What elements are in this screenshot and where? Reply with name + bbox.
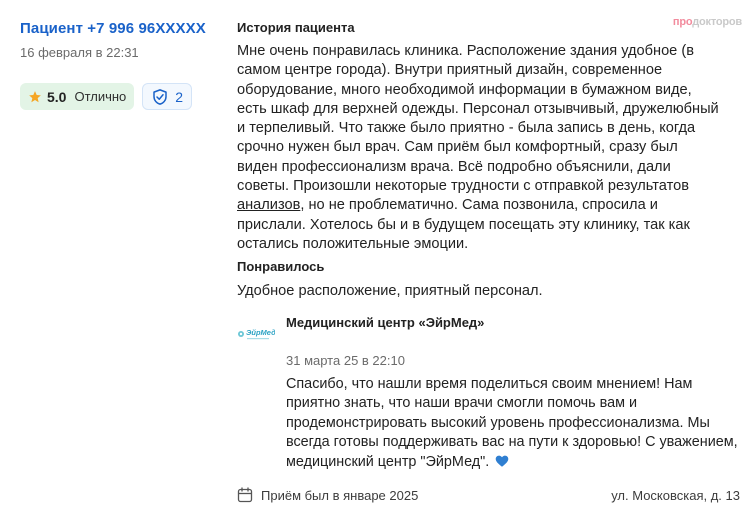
rating-value: 5.0	[47, 88, 67, 105]
svg-text:ЭйрМед: ЭйрМед	[246, 328, 275, 337]
rating-word: Отлично	[74, 89, 127, 104]
visit-count: 2	[175, 88, 184, 105]
patient-badges: 5.0 Отлично 2	[20, 83, 220, 110]
rating-badge: 5.0 Отлично	[20, 83, 135, 110]
clinic-address[interactable]: ул. Московская, д. 13	[611, 488, 740, 503]
section-title-liked: Понравилось	[237, 259, 325, 274]
visit-date: Приём был в январе 2025	[261, 488, 419, 503]
shield-check-icon	[153, 88, 168, 105]
review-footer: Приём был в январе 2025 ул. Московская, …	[237, 486, 740, 504]
calendar-icon	[237, 487, 253, 503]
review-text: Мне очень понравилась клиника. Расположе…	[237, 43, 719, 252]
clinic-name: Медицинский центр «ЭйрМед»	[286, 315, 485, 330]
reply-text: Спасибо, что нашли время поделиться свои…	[286, 376, 738, 470]
analyses-link[interactable]: анализов	[237, 197, 300, 213]
review-date: 16 февраля в 22:31	[20, 45, 139, 60]
brand-logo: продокторов	[672, 16, 742, 28]
section-title-history: История пациента	[237, 20, 355, 35]
heart-icon	[495, 455, 509, 467]
verified-visits-badge[interactable]: 2	[142, 83, 193, 110]
patient-info: Пациент +7 996 96XXXXX 16 февраля в 22:3…	[20, 20, 220, 110]
reply-date: 31 марта 25 в 22:10	[286, 353, 405, 368]
clinic-logo: ЭйрМед	[238, 328, 275, 340]
star-icon	[29, 90, 41, 102]
patient-name-link[interactable]: Пациент +7 996 96XXXXX	[20, 20, 220, 37]
liked-text: Удобное расположение, приятный персонал.	[237, 283, 543, 299]
